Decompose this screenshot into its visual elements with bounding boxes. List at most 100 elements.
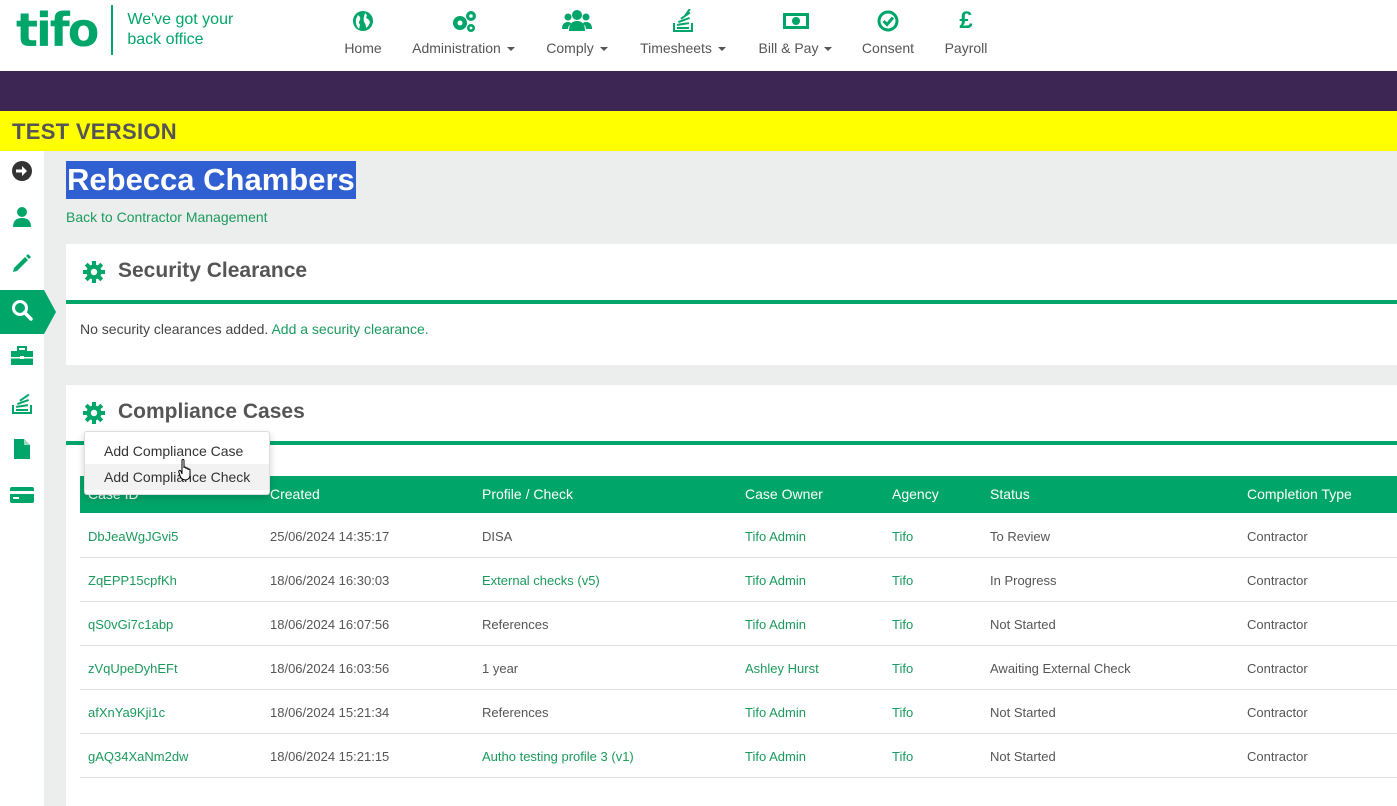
agency-link[interactable]: Tifo: [892, 705, 913, 720]
test-version-label: TEST VERSION: [12, 119, 177, 144]
sidebar-item-edit[interactable]: [0, 243, 44, 287]
security-clearance-title: Security Clearance: [118, 259, 308, 282]
search-icon: [11, 299, 33, 326]
profile-check: 1 year: [482, 661, 519, 676]
sidebar-item-search[interactable]: [0, 290, 56, 334]
gear-icon[interactable]: [82, 401, 106, 430]
case-owner-link[interactable]: Tifo Admin: [745, 573, 806, 588]
hand-cursor-icon: [178, 458, 194, 486]
status: To Review: [990, 529, 1050, 544]
logo-divider: [111, 5, 114, 55]
case-id-link[interactable]: qS0vGi7c1abp: [88, 617, 173, 632]
created-date: 18/06/2024 15:21:15: [270, 749, 390, 764]
case-owner-link[interactable]: Tifo Admin: [745, 617, 806, 632]
column-header-status[interactable]: Status: [990, 486, 1030, 502]
logo-tagline: We've got your back office: [127, 10, 257, 50]
check-circle-icon: [877, 8, 899, 34]
compliance-actions-dropdown: Add Compliance Case Add Compliance Check: [84, 431, 270, 495]
sidebar-item-timesheets[interactable]: [0, 383, 44, 427]
sidebar: [0, 151, 56, 806]
status: Awaiting External Check: [990, 661, 1131, 676]
nav-payroll-label: Payroll: [944, 40, 988, 56]
table-row: gAQ34XaNm2dw 18/06/2024 15:21:15 Autho t…: [80, 734, 1397, 778]
security-clearance-body: No security clearances added. Add a secu…: [80, 321, 429, 337]
user-icon: [12, 206, 32, 233]
nav-comply[interactable]: Comply: [531, 0, 623, 71]
users-icon: [562, 8, 592, 34]
case-id-link[interactable]: DbJeaWgJGvi5: [88, 529, 178, 544]
profile-check: References: [482, 617, 549, 632]
money-icon: [782, 8, 810, 34]
gear-icon: [82, 260, 106, 289]
briefcase-icon: [10, 345, 34, 371]
case-id-link[interactable]: gAQ34XaNm2dw: [88, 749, 188, 764]
column-header-profile-check[interactable]: Profile / Check: [482, 486, 573, 502]
case-owner-link[interactable]: Tifo Admin: [745, 529, 806, 544]
no-clearances-text: No security clearances added.: [80, 321, 269, 337]
case-id-link[interactable]: afXnYa9Kji1c: [88, 705, 165, 720]
agency-link[interactable]: Tifo: [892, 617, 913, 632]
case-owner-link[interactable]: Tifo Admin: [745, 749, 806, 764]
status: Not Started: [990, 749, 1056, 764]
agency-link[interactable]: Tifo: [892, 573, 913, 588]
sidebar-expand[interactable]: [0, 151, 44, 195]
profile-check: References: [482, 705, 549, 720]
security-clearance-header: Security Clearance: [66, 244, 1397, 302]
test-version-banner: TEST VERSION: [0, 111, 1397, 151]
nav-administration[interactable]: Administration: [396, 0, 531, 71]
sidebar-item-documents[interactable]: [0, 429, 44, 473]
completion-type: Contractor: [1247, 617, 1308, 632]
compliance-cases-title: Compliance Cases: [118, 400, 305, 423]
nav-home-label: Home: [344, 40, 382, 56]
column-header-created[interactable]: Created: [270, 486, 320, 502]
security-clearance-panel: Security Clearance No security clearance…: [66, 244, 1397, 365]
add-compliance-check-item[interactable]: Add Compliance Check: [85, 464, 269, 490]
nav-administration-label: Administration: [412, 40, 515, 56]
case-owner-link[interactable]: Tifo Admin: [745, 705, 806, 720]
sidebar-item-profile[interactable]: [0, 197, 44, 241]
completion-type: Contractor: [1247, 529, 1308, 544]
stack-icon: [672, 8, 694, 34]
column-header-agency[interactable]: Agency: [892, 486, 939, 502]
nav-comply-label: Comply: [546, 40, 608, 56]
column-header-case-owner[interactable]: Case Owner: [745, 486, 823, 502]
back-to-contractor-management-link[interactable]: Back to Contractor Management: [66, 209, 268, 225]
table-row: DbJeaWgJGvi5 25/06/2024 14:35:17 DISA Ti…: [80, 514, 1397, 558]
agency-link[interactable]: Tifo: [892, 661, 913, 676]
globe-icon: [352, 8, 374, 34]
tagline-line-1: We've got your: [127, 11, 234, 28]
case-id-link[interactable]: ZqEPP15cpfKh: [88, 573, 177, 588]
nav-timesheets[interactable]: Timesheets: [623, 0, 743, 71]
nav-home[interactable]: Home: [330, 0, 396, 71]
page-title: Rebecca Chambers: [66, 161, 356, 199]
completion-type: Contractor: [1247, 749, 1308, 764]
table-row: ZqEPP15cpfKh 18/06/2024 16:30:03 Externa…: [80, 558, 1397, 602]
arrow-right-circle-icon: [11, 160, 33, 187]
profile-check-link[interactable]: External checks (v5): [482, 573, 600, 588]
completion-type: Contractor: [1247, 661, 1308, 676]
tifo-logo[interactable]: tifo We've got your back office: [16, 5, 257, 55]
created-date: 18/06/2024 16:03:56: [270, 661, 390, 676]
panel-divider: [66, 300, 1397, 304]
case-owner-link[interactable]: Ashley Hurst: [745, 661, 819, 676]
case-id-link[interactable]: zVqUpeDyhEFt: [88, 661, 178, 676]
purple-band: [0, 71, 1397, 111]
tagline-line-2: back office: [127, 31, 204, 48]
table-row: qS0vGi7c1abp 18/06/2024 16:07:56 Referen…: [80, 602, 1397, 646]
nav-consent[interactable]: Consent: [848, 0, 928, 71]
agency-link[interactable]: Tifo: [892, 749, 913, 764]
agency-link[interactable]: Tifo: [892, 529, 913, 544]
sidebar-item-jobs[interactable]: [0, 336, 44, 380]
status: Not Started: [990, 617, 1056, 632]
top-header: tifo We've got your back office Home Adm…: [0, 0, 1397, 71]
nav-bill-pay[interactable]: Bill & Pay: [743, 0, 848, 71]
profile-check-link[interactable]: Autho testing profile 3 (v1): [482, 749, 634, 764]
add-compliance-case-item[interactable]: Add Compliance Case: [85, 438, 269, 464]
nav-payroll[interactable]: £ Payroll: [928, 0, 1004, 71]
completion-type: Contractor: [1247, 705, 1308, 720]
column-header-completion-type[interactable]: Completion Type: [1247, 486, 1352, 502]
created-date: 18/06/2024 16:07:56: [270, 617, 390, 632]
created-date: 25/06/2024 14:35:17: [270, 529, 390, 544]
add-security-clearance-link[interactable]: Add a security clearance.: [271, 321, 428, 337]
sidebar-item-payments[interactable]: [0, 475, 44, 519]
